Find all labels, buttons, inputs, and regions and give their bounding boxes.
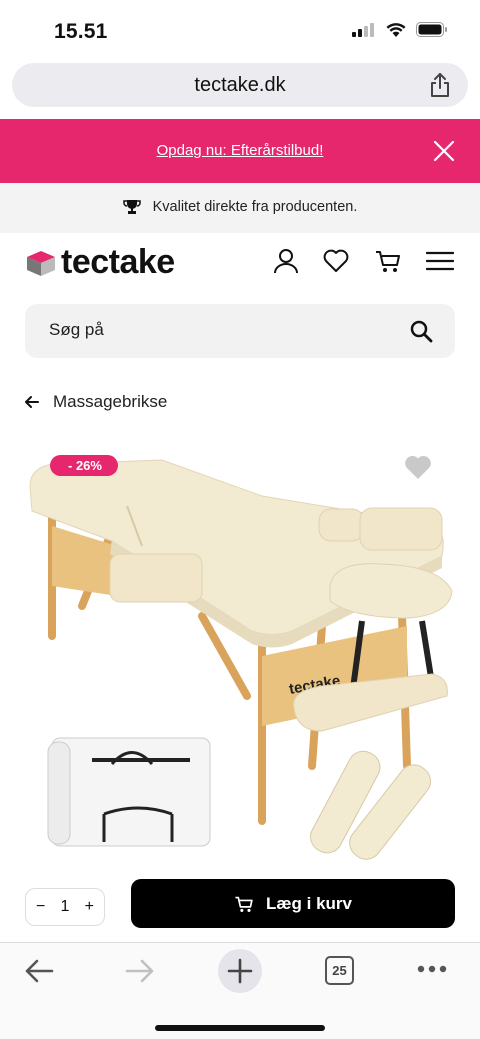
cart-icon[interactable]	[374, 247, 402, 275]
search-input[interactable]: Søg på	[49, 320, 104, 340]
product-image[interactable]: tectake - 26%	[22, 446, 462, 866]
search-icon[interactable]	[409, 319, 433, 343]
logo-text: tectake	[61, 243, 175, 281]
discount-badge: - 26%	[50, 455, 118, 476]
quality-text: Kvalitet direkte fra producenten.	[152, 199, 358, 215]
tabs-button[interactable]: 25	[325, 956, 354, 985]
quality-strip: Kvalitet direkte fra producenten.	[0, 183, 480, 233]
user-icon[interactable]	[272, 247, 300, 275]
menu-icon[interactable]	[426, 247, 454, 275]
new-tab-button[interactable]	[218, 949, 262, 993]
wishlist-heart-icon[interactable]	[404, 454, 432, 480]
quantity-plus-button[interactable]: +	[85, 898, 94, 916]
breadcrumb[interactable]: Massagebrikse	[25, 392, 167, 412]
share-icon[interactable]	[428, 72, 452, 98]
add-to-cart-label: Læg i kurv	[266, 893, 352, 913]
arrow-left-icon[interactable]	[25, 395, 39, 409]
url-text[interactable]: tectake.dk	[12, 74, 468, 97]
trophy-icon	[122, 200, 141, 214]
status-time: 15.51	[54, 20, 108, 43]
site-header: tectake	[0, 233, 480, 295]
cellular-icon	[352, 22, 374, 37]
promo-banner: Opdag nu: Efterårstilbud!	[0, 119, 480, 183]
promo-link[interactable]: Opdag nu: Efterårstilbud!	[0, 142, 480, 159]
heart-icon[interactable]	[322, 247, 350, 275]
massage-table-illustration: tectake	[29, 459, 453, 860]
logo-mark-icon	[27, 250, 55, 276]
cart-icon	[235, 896, 253, 912]
home-indicator	[155, 1025, 325, 1031]
close-icon[interactable]	[432, 139, 456, 163]
quantity-minus-button[interactable]: −	[36, 898, 45, 916]
address-bar[interactable]: tectake.dk	[12, 63, 468, 107]
browser-toolbar: 25	[0, 942, 480, 1039]
more-icon[interactable]	[417, 965, 447, 973]
tectake-logo[interactable]: tectake	[25, 243, 175, 282]
status-bar: 15.51	[0, 0, 480, 60]
wifi-icon	[386, 23, 406, 37]
search-field[interactable]: Søg på	[25, 304, 455, 358]
add-to-cart-button[interactable]: Læg i kurv	[131, 879, 455, 928]
status-icons	[352, 22, 448, 37]
plus-icon	[227, 958, 253, 984]
quantity-stepper[interactable]: − 1 +	[25, 888, 105, 926]
breadcrumb-label[interactable]: Massagebrikse	[53, 392, 167, 412]
battery-icon	[416, 22, 447, 37]
quantity-value[interactable]: 1	[61, 898, 70, 916]
back-arrow-icon[interactable]	[24, 957, 54, 985]
forward-arrow-icon[interactable]	[125, 957, 155, 985]
